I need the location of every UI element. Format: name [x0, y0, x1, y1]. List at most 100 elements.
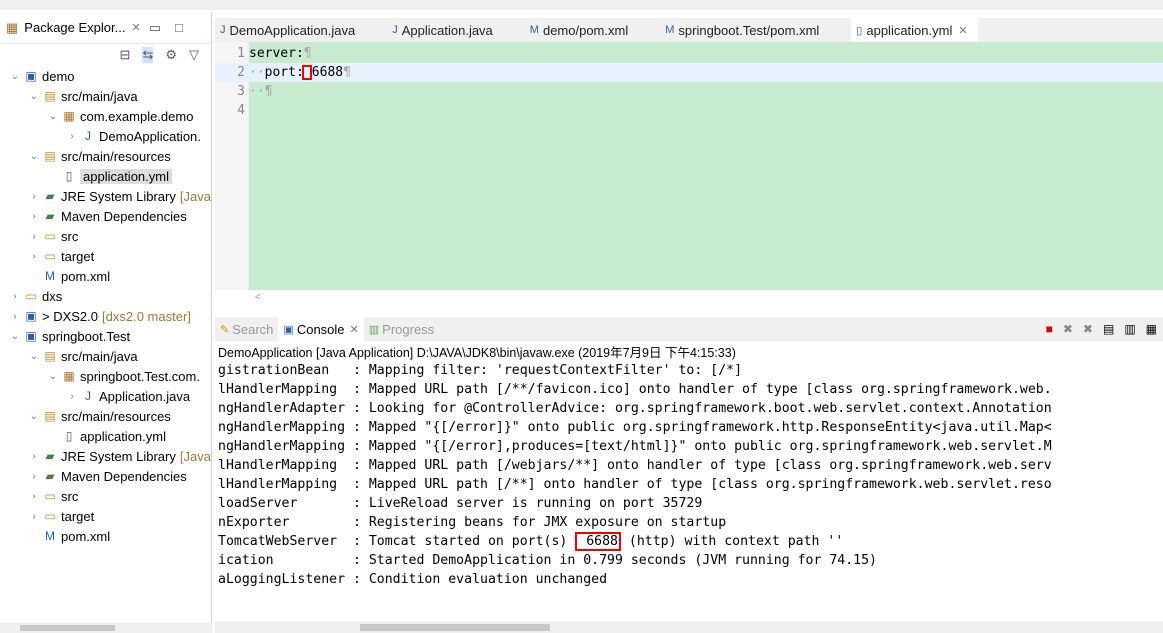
filter-icon[interactable]: ⚙ [165, 47, 177, 63]
tree-item[interactable]: ⌄ ▣ springboot.Test [0, 326, 211, 346]
highlighted-port: 6688 [575, 532, 621, 551]
chevron-right-icon[interactable]: › [27, 191, 41, 202]
tree-item-label: src [61, 228, 79, 244]
chevron-right-icon[interactable]: › [27, 471, 41, 482]
chevron-down-icon[interactable]: ⌄ [46, 111, 60, 122]
editor-tab[interactable]: J DemoApplication.java [215, 18, 365, 42]
link-with-editor-icon[interactable]: ⇆ [142, 47, 154, 63]
tree-item-label: JRE System Library [61, 448, 176, 464]
editor-scrollbar[interactable]: < [247, 290, 1163, 306]
file-icon: ▯ [65, 429, 73, 443]
progress-icon: ▥ [368, 323, 380, 336]
tree-item[interactable]: Mpom.xml [0, 526, 211, 546]
horizontal-scrollbar[interactable] [0, 623, 212, 633]
console-line: ngHandlerMapping : Mapped "{[/error]}" o… [218, 420, 1052, 435]
editor-tab[interactable]: Mspringboot.Test/pom.xml [660, 18, 829, 42]
editor-tab[interactable]: Mdemo/pom.xml [525, 18, 638, 42]
editor-tab[interactable]: J Application.java [387, 18, 503, 42]
console-line: nExporter : Registering beans for JMX ex… [218, 515, 727, 530]
package-explorer-toolbar: ⊟ ⇆ ⚙ ▽ [0, 44, 211, 66]
chevron-right-icon[interactable]: › [27, 251, 41, 262]
tree-item[interactable]: ⌄ ▤ src/main/java [0, 346, 211, 366]
remove-launch-icon[interactable]: ✖ [1063, 322, 1073, 336]
tree-item[interactable]: ⌄ ▤ src/main/resources [0, 406, 211, 426]
tab-label: Search [232, 321, 274, 337]
package-explorer-title: Package Explor... [24, 20, 126, 35]
tree-item-label: src [61, 488, 79, 504]
folder-icon: ▭ [44, 229, 56, 243]
tree-item[interactable]: ⌄ ▣ demo [0, 66, 211, 86]
chevron-right-icon[interactable]: › [65, 131, 79, 142]
chevron-down-icon[interactable]: ⌄ [27, 411, 41, 422]
console-icon: ▣ [283, 323, 294, 336]
tree-item[interactable]: › ▭ src [0, 486, 211, 506]
tree-item[interactable]: › ▣ > DXS2.0 [dxs2.0 master] [0, 306, 211, 326]
library-icon: ▰ [45, 189, 55, 203]
chevron-right-icon[interactable]: › [8, 291, 22, 302]
chevron-down-icon[interactable]: ⌄ [8, 71, 22, 82]
tree-item[interactable]: ⌄ ▤ src/main/java [0, 86, 211, 106]
tree-item[interactable]: › ▭ target [0, 246, 211, 266]
package-explorer-tab[interactable]: ▦ Package Explor... ✕ ▭□ [0, 12, 211, 44]
remove-all-icon[interactable]: ✖ [1083, 322, 1093, 336]
console-panel-tab[interactable]: ▣ Console ✕ [278, 317, 364, 341]
clear-console-icon[interactable]: ▤ [1103, 322, 1114, 336]
console-scrollbar[interactable] [215, 621, 1163, 633]
pilcrow-icon: ¶ [303, 46, 312, 61]
collapse-all-icon[interactable]: ⊟ [120, 47, 131, 63]
tree-item-label: dxs [42, 288, 63, 304]
tree-item[interactable]: › J DemoApplication. [0, 126, 211, 146]
tree-item[interactable]: › J Application.java [0, 386, 211, 406]
tree-item[interactable]: ⌄ ▦ springboot.Test.com. [0, 366, 211, 386]
tree-item[interactable]: › ▰ JRE System Library [Java [0, 186, 211, 206]
tree-item[interactable]: › ▰ Maven Dependencies [0, 466, 211, 486]
view-menu-icon[interactable]: ▽ [189, 47, 199, 63]
tree-item-label: com.example.demo [80, 108, 194, 124]
chevron-right-icon[interactable]: › [27, 491, 41, 502]
tree-item[interactable]: ⌄ ▦ com.example.demo [0, 106, 211, 126]
chevron-down-icon[interactable]: ⌄ [46, 371, 60, 382]
chevron-down-icon[interactable]: ⌄ [27, 91, 41, 102]
chevron-down-icon[interactable]: ⌄ [27, 351, 41, 362]
chevron-down-icon[interactable]: ⌄ [27, 151, 41, 162]
code-text: server: [249, 46, 304, 61]
line-number: 3 [237, 84, 245, 99]
tree-item[interactable]: › ▰ JRE System Library [Java [0, 446, 211, 466]
tree-item-label: src/main/resources [61, 148, 171, 164]
tree-item[interactable]: Mpom.xml [0, 266, 211, 286]
scroll-lock-icon[interactable]: ▥ [1124, 322, 1135, 336]
minimize-maximize-icons[interactable]: ▭□ [149, 20, 197, 36]
whitespace-marker: ·· [249, 84, 265, 99]
project-icon: ▣ [25, 329, 37, 343]
console-panel-tab[interactable]: ▥ Progress [364, 317, 439, 341]
code-editor[interactable]: 1 server:¶ 2 ··port: 6688¶ 3 ··¶ 4 [215, 42, 1163, 290]
chevron-right-icon[interactable]: › [8, 311, 22, 322]
chevron-right-icon[interactable]: › [27, 231, 41, 242]
close-icon[interactable]: ✕ [131, 21, 140, 34]
tree-item[interactable]: › ▭ src [0, 226, 211, 246]
close-icon[interactable]: ✕ [350, 323, 359, 336]
tree-item-label: > DXS2.0 [42, 308, 99, 324]
package-explorer: ▦ Package Explor... ✕ ▭□ ⊟ ⇆ ⚙ ▽ ⌄ ▣ demo ⌄… [0, 12, 212, 633]
tree-item[interactable]: ▯ application.yml [0, 166, 211, 186]
tree-item-label: pom.xml [61, 528, 111, 544]
chevron-down-icon[interactable]: ⌄ [8, 331, 22, 342]
chevron-right-icon[interactable]: › [65, 391, 79, 402]
console-panel-tab[interactable]: ✎ Search [215, 317, 278, 341]
tree-item[interactable]: › ▭ target [0, 506, 211, 526]
chevron-right-icon[interactable]: › [27, 451, 41, 462]
tree-item[interactable]: › ▭ dxs [0, 286, 211, 306]
editor-tab[interactable]: ▯ application.yml ✕ [851, 18, 978, 42]
chevron-right-icon[interactable]: › [27, 211, 41, 222]
java-file-icon: J [392, 24, 398, 36]
chevron-right-icon[interactable]: › [27, 511, 41, 522]
tree-item[interactable]: › ▰ Maven Dependencies [0, 206, 211, 226]
close-icon[interactable]: ✕ [958, 24, 967, 37]
maven-file-icon: M [45, 269, 55, 283]
word-wrap-icon[interactable]: ▦ [1146, 322, 1157, 336]
folder-icon: ▭ [44, 489, 56, 503]
tree-item[interactable]: ▯ application.yml [0, 426, 211, 446]
tree-item[interactable]: ⌄ ▤ src/main/resources [0, 146, 211, 166]
console-output[interactable]: gistrationBean : Mapping filter: 'reques… [218, 361, 1163, 623]
terminate-icon[interactable]: ■ [1046, 322, 1053, 336]
